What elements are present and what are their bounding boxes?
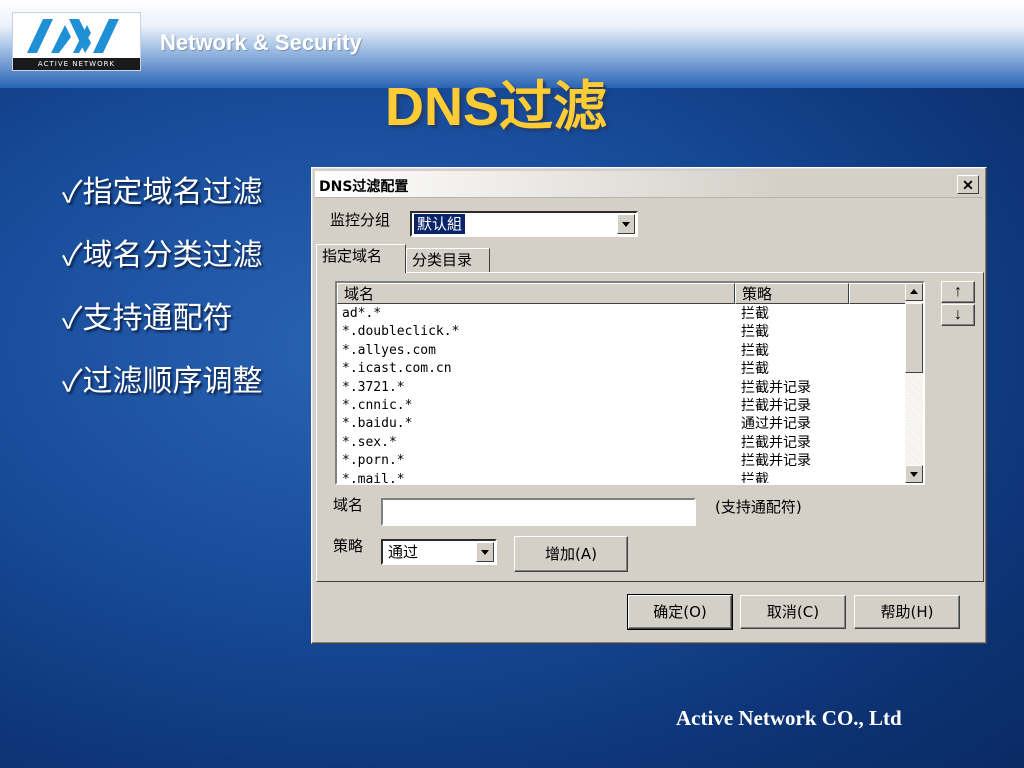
group-label: 监控分组 — [330, 211, 391, 229]
move-down-button[interactable]: ↓ — [941, 304, 975, 326]
scroll-down-icon[interactable] — [905, 465, 923, 483]
table-row[interactable]: *.allyes.com 拦截 — [337, 342, 907, 360]
scroll-thumb[interactable] — [905, 303, 923, 373]
feature-item: ✓指定域名过滤 — [62, 175, 263, 210]
brand-tagline: Network & Security — [160, 30, 362, 55]
policy-select-value: 通过 — [388, 543, 419, 561]
scroll-up-icon[interactable] — [905, 283, 923, 301]
list-header: 域名 策略 — [337, 283, 907, 305]
move-up-button[interactable]: ↑ — [941, 281, 975, 303]
tab-specified-domain[interactable]: 指定域名 — [316, 244, 406, 273]
logo-text: ACTIVE NETWORK — [13, 58, 140, 70]
table-row[interactable]: ad*.* 拦截 — [337, 305, 907, 323]
wildcard-hint: (支持通配符) — [715, 498, 802, 516]
table-row[interactable]: *.porn.* 拦截并记录 — [337, 452, 907, 470]
cancel-button[interactable]: 取消(C) — [740, 595, 846, 629]
logo-mark-icon — [27, 19, 119, 53]
column-header-policy[interactable]: 策略 — [735, 283, 849, 304]
dialog-titlebar[interactable]: DNS过滤配置 ✕ — [315, 171, 983, 198]
list-rows: ad*.* 拦截 *.doubleclick.* 拦截 *.allyes.com 拦截… — [337, 305, 907, 483]
ok-button[interactable]: 确定(O) — [627, 594, 733, 630]
table-row[interactable]: *.cnnic.* 拦截并记录 — [337, 397, 907, 415]
check-icon: ✓ — [62, 301, 83, 336]
list-scrollbar[interactable] — [905, 283, 923, 483]
feature-list: ✓指定域名过滤 ✓域名分类过滤 ✓支持通配符 ✓过滤顺序调整 — [62, 172, 272, 424]
feature-item: ✓支持通配符 — [62, 301, 233, 336]
table-row[interactable]: *.mail.* 拦截 — [337, 471, 907, 483]
domain-input[interactable] — [381, 498, 696, 526]
check-icon: ✓ — [62, 238, 83, 273]
check-icon: ✓ — [62, 364, 83, 399]
group-select-value: 默认組 — [414, 214, 466, 234]
tab-category-directory[interactable]: 分类目录 — [406, 248, 490, 272]
arrow-up-icon: ↑ — [954, 283, 962, 300]
add-button[interactable]: 增加(A) — [514, 536, 628, 572]
feature-item: ✓过滤顺序调整 — [62, 364, 263, 399]
domain-label: 域名 — [333, 496, 364, 514]
table-row[interactable]: *.baidu.* 通过并记录 — [337, 415, 907, 433]
table-row[interactable]: *.icast.com.cn 拦截 — [337, 360, 907, 378]
chevron-down-icon[interactable] — [476, 542, 494, 562]
domain-list[interactable]: 域名 策略 ad*.* 拦截 *.doubleclick.* 拦截 *.allyes… — [335, 281, 925, 485]
help-button[interactable]: 帮助(H) — [854, 595, 960, 629]
tab-panel: 域名 策略 ad*.* 拦截 *.doubleclick.* 拦截 *.allyes… — [316, 272, 984, 582]
slide-title: DNS过滤 — [385, 77, 608, 137]
arrow-down-icon: ↓ — [954, 306, 962, 323]
chevron-down-icon[interactable] — [617, 214, 635, 234]
policy-select[interactable]: 通过 — [381, 539, 497, 565]
policy-label: 策略 — [333, 537, 364, 555]
dns-filter-dialog: DNS过滤配置 ✕ 监控分组 默认組 指定域名 分类目录 域名 策略 ad*.*… — [311, 167, 987, 644]
close-icon: ✕ — [962, 176, 974, 193]
company-logo: ACTIVE NETWORK — [12, 12, 141, 71]
group-select[interactable]: 默认組 — [410, 211, 638, 237]
close-button[interactable]: ✕ — [957, 175, 979, 194]
table-row[interactable]: *.doubleclick.* 拦截 — [337, 323, 907, 341]
check-icon: ✓ — [62, 175, 83, 210]
column-header-blank — [849, 283, 907, 304]
table-row[interactable]: *.sex.* 拦截并记录 — [337, 434, 907, 452]
feature-item: ✓域名分类过滤 — [62, 238, 263, 273]
column-header-domain[interactable]: 域名 — [337, 283, 735, 304]
footer-company: Active Network CO., Ltd — [676, 706, 902, 730]
table-row[interactable]: *.3721.* 拦截并记录 — [337, 379, 907, 397]
dialog-title: DNS过滤配置 — [319, 179, 409, 195]
